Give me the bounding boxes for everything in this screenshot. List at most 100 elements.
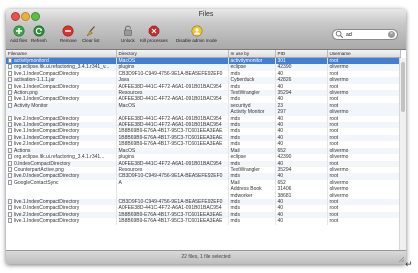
add-files-button[interactable]: Add files bbox=[10, 25, 27, 43]
remove-button[interactable]: Remove bbox=[60, 25, 77, 43]
cell-in-use-by-text: mds bbox=[230, 141, 240, 148]
table-row[interactable]: GoogleContactSync A Mail Address Book mdwork… bbox=[6, 179, 401, 199]
cell-pid-text: 40 bbox=[277, 70, 284, 77]
cell-pid: 23 297 bbox=[275, 102, 328, 116]
cell-pid-text: 35294 bbox=[277, 166, 292, 173]
cell-username-text: root bbox=[329, 160, 339, 167]
cell-filename-text: Actions bbox=[14, 147, 31, 154]
cell-directory-text: 1B8B69B9-E76A-4B17-95C3-7C601EEA3EAE bbox=[118, 211, 223, 218]
column-header-pid[interactable]: PID bbox=[275, 50, 328, 58]
file-icon bbox=[8, 141, 12, 147]
table-row[interactable]: Activity Monitor MacOS securityd Activity M… bbox=[6, 102, 401, 116]
cell-directory-text: 1B8B69B9-E76A-4B17-95C3-7C601EEA3EAE bbox=[118, 218, 223, 225]
cell-filename-text: live.1.IndexCompactDirectory bbox=[14, 70, 80, 77]
title-bar[interactable]: Files bbox=[6, 9, 406, 23]
cell-directory: CB3D9F10-C949-4756-9E1A-BEA5EFE92EF0 bbox=[116, 70, 229, 78]
cell-username-text: root bbox=[329, 218, 339, 225]
clear-list-button[interactable]: Clear list bbox=[82, 25, 100, 43]
cell-filename-text: live.0.IndexCompactDirectory bbox=[14, 205, 80, 212]
cell-directory: MacOS bbox=[116, 102, 229, 116]
cell-username-text: olivermo bbox=[329, 179, 349, 186]
return-arrow-icon: ↵ bbox=[405, 259, 413, 269]
cell-directory-text: Resources bbox=[118, 90, 143, 97]
cell-in-use-by-text: mds bbox=[230, 122, 240, 129]
table-row[interactable]: activitymonitord MacOS activitymonitor 301 r… bbox=[6, 57, 401, 65]
toolbar: Add files Refresh Remove Clear list Unlo… bbox=[6, 23, 406, 50]
cell-filename-text: activitymonitord bbox=[14, 58, 49, 64]
cell-directory-text: 1B8B69B9-E76A-4B17-95C3-7C601EEA3EAE bbox=[118, 128, 223, 135]
file-icon bbox=[8, 58, 12, 63]
search-field[interactable]: × bbox=[332, 29, 398, 40]
file-icon bbox=[8, 83, 12, 89]
cell-directory-text: A0FEE38D-441C-4F72-A6A1-091B01BAC954 bbox=[118, 96, 222, 103]
vertical-scrollbar[interactable] bbox=[399, 58, 406, 251]
files-window: Files Add files Refresh Remove Clear lis… bbox=[6, 9, 406, 264]
file-icon bbox=[8, 154, 12, 160]
cell-in-use-by-text: mds bbox=[230, 160, 240, 167]
admin-mode-icon bbox=[191, 25, 203, 37]
cell-in-use-by: mds bbox=[228, 218, 276, 225]
status-bar: 22 files, 1 file selected bbox=[6, 250, 406, 264]
cell-in-use-by-text: mds bbox=[230, 83, 240, 90]
cell-pid-text: 40 bbox=[277, 115, 284, 122]
cell-username-text: olivermo bbox=[329, 77, 349, 84]
cell-in-use-by-text: Activity Monitor bbox=[230, 109, 265, 116]
file-icon bbox=[8, 205, 12, 211]
cell-pid-text: 40 bbox=[277, 141, 284, 148]
remove-icon bbox=[62, 25, 74, 37]
cell-in-use-by-text: mds bbox=[230, 115, 240, 122]
cell-pid: 301 bbox=[275, 57, 328, 65]
cell-in-use-by-text: eclipse bbox=[230, 64, 247, 71]
cell-username-text: root bbox=[329, 198, 339, 205]
file-icon bbox=[8, 70, 12, 76]
search-input[interactable] bbox=[344, 31, 388, 38]
column-header-directory[interactable]: Directory bbox=[116, 50, 229, 58]
table-header: Filename Directory In use by PID Usernam… bbox=[6, 50, 401, 58]
cell-pid-text: 42826 bbox=[277, 77, 292, 84]
file-icon bbox=[8, 77, 12, 83]
cell-username-text: root bbox=[329, 211, 339, 218]
add-files-icon bbox=[13, 25, 25, 37]
scrollbar-thumb[interactable] bbox=[401, 62, 405, 112]
cell-in-use-by-text: Address Book bbox=[230, 186, 262, 193]
cell-directory-text: A0FEE38D-441C-4F72-A6A1-091B01BAC954 bbox=[118, 83, 222, 90]
cell-in-use-by-text: mdworker bbox=[230, 192, 253, 199]
cell-username-text: olivermo bbox=[329, 192, 349, 199]
cell-pid: 40 bbox=[275, 218, 328, 225]
column-header-filename[interactable]: Filename bbox=[6, 50, 117, 58]
cell-directory-text: A0FEE38D-441C-4F72-A6A1-091B01BAC954 bbox=[118, 115, 222, 122]
disable-admin-mode-button[interactable]: Disable admin mode bbox=[176, 25, 217, 43]
cell-filename-text: live.0.IndexCompactDirectory bbox=[14, 173, 80, 180]
cell-directory-text: Resources bbox=[118, 166, 143, 173]
resize-grip-icon[interactable] bbox=[397, 255, 405, 263]
cell-filename-text: live.2.IndexCompactDirectory bbox=[14, 141, 80, 148]
file-icon bbox=[8, 122, 12, 128]
cell-in-use-by-text: Cyberduck bbox=[230, 77, 255, 84]
cell-filename-text: Action.png bbox=[14, 90, 38, 97]
kill-processes-button[interactable]: Kill processes bbox=[140, 25, 168, 43]
cell-pid-text: 40 bbox=[277, 205, 284, 212]
unlock-button[interactable]: Unlock bbox=[121, 25, 135, 43]
unlock-icon bbox=[122, 25, 134, 37]
clear-search-icon[interactable]: × bbox=[388, 31, 395, 38]
cell-filename-text: org.eclipse.ltk.ui.refactoring_3.4.1.r34… bbox=[14, 64, 110, 71]
cell-filename-text: live.1.IndexCompactDirectory bbox=[14, 122, 80, 129]
cell-username-text: root bbox=[329, 134, 339, 141]
cell-filename: Activity Monitor bbox=[6, 102, 117, 116]
cell-username-text: root bbox=[329, 70, 339, 77]
column-header-in-use-by[interactable]: In use by bbox=[228, 50, 276, 58]
file-icon bbox=[8, 115, 12, 121]
cell-pid-text: 40 bbox=[277, 198, 284, 205]
table-row[interactable]: live.1.IndexCompactDirectory 1B8B69B9-E76… bbox=[6, 218, 401, 225]
refresh-button[interactable]: Refresh bbox=[31, 25, 47, 43]
file-icon bbox=[8, 198, 12, 204]
cell-filename: live.1.IndexCompactDirectory bbox=[6, 218, 117, 225]
cell-pid-text: 40 bbox=[277, 134, 284, 141]
cell-in-use-by-text: mds bbox=[230, 70, 240, 77]
cell-directory-text: MacOS bbox=[118, 147, 136, 154]
column-header-username[interactable]: Username bbox=[327, 50, 401, 58]
cell-filename-text: live.1.IndexCompactDirectory bbox=[14, 134, 80, 141]
cell-pid-text: 31406 bbox=[277, 186, 292, 193]
cell-filename-text: live.1.IndexCompactDirectory bbox=[14, 198, 80, 205]
cell-filename-text: live.2.IndexCompactDirectory bbox=[14, 211, 80, 218]
